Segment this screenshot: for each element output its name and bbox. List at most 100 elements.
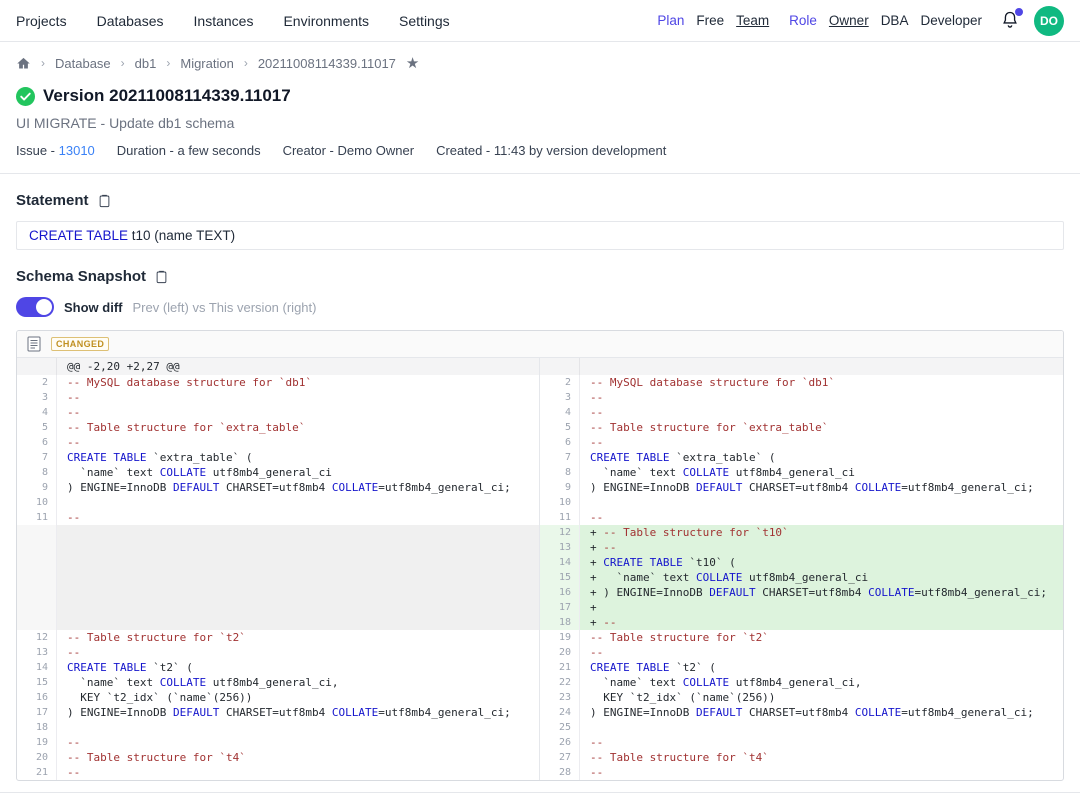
breadcrumb: › Database › db1 › Migration › 202110081…: [0, 42, 1080, 80]
line-content: -- MySQL database structure for `db1`: [57, 375, 539, 390]
line-number: [540, 358, 580, 375]
diff-pane-left[interactable]: @@ -2,20 +2,27 @@2-- MySQL database stru…: [17, 358, 540, 780]
diff-line: 9) ENGINE=InnoDB DEFAULT CHARSET=utf8mb4…: [17, 480, 539, 495]
diff-line: 7CREATE TABLE `extra_table` (: [17, 450, 539, 465]
copy-statement-icon[interactable]: [97, 193, 112, 209]
diff-line: 21CREATE TABLE `t2` (: [540, 660, 1063, 675]
diff-line: [17, 585, 539, 600]
role-developer[interactable]: Developer: [920, 13, 982, 28]
nav-item-databases[interactable]: Databases: [97, 13, 164, 29]
breadcrumb-migration[interactable]: Migration: [180, 56, 233, 71]
diff-line: 18: [17, 720, 539, 735]
diff-line: @@ -2,20 +2,27 @@: [17, 358, 539, 375]
diff-line: [17, 615, 539, 630]
diff-line: 25: [540, 720, 1063, 735]
diff-line: 17) ENGINE=InnoDB DEFAULT CHARSET=utf8mb…: [17, 705, 539, 720]
line-number: 25: [540, 720, 580, 735]
line-content: KEY `t2_idx` (`name`(256)): [57, 690, 539, 705]
line-number: 4: [17, 405, 57, 420]
line-number: 20: [17, 750, 57, 765]
breadcrumb-db1[interactable]: db1: [135, 56, 157, 71]
migration-subtitle: UI MIGRATE - Update db1 schema: [16, 115, 1064, 131]
line-number: 6: [540, 435, 580, 450]
changed-badge: CHANGED: [51, 337, 109, 351]
diff-line: 16 KEY `t2_idx` (`name`(256)): [17, 690, 539, 705]
line-content: [57, 555, 539, 570]
top-nav: Projects Databases Instances Environment…: [0, 0, 1080, 42]
line-number: 3: [17, 390, 57, 405]
line-number: 18: [17, 720, 57, 735]
diff-toggle-row: Show diff Prev (left) vs This version (r…: [16, 297, 1064, 317]
schema-snapshot-section: Schema Snapshot Show diff Prev (left) vs…: [0, 268, 1080, 317]
diff-pane-right[interactable]: 2-- MySQL database structure for `db1`3-…: [540, 358, 1063, 780]
issue-link[interactable]: 13010: [59, 143, 95, 158]
line-content: CREATE TABLE `t2` (: [57, 660, 539, 675]
page-title: Version 20211008114339.11017: [43, 86, 291, 106]
nav-links: Projects Databases Instances Environment…: [16, 13, 450, 29]
line-number: 15: [17, 675, 57, 690]
diff-line: 10: [17, 495, 539, 510]
show-diff-toggle[interactable]: [16, 297, 54, 317]
line-content: --: [580, 510, 1063, 525]
diff-line: 5-- Table structure for `extra_table`: [540, 420, 1063, 435]
diff-panes: @@ -2,20 +2,27 @@2-- MySQL database stru…: [17, 358, 1063, 780]
line-content: CREATE TABLE `t2` (: [580, 660, 1063, 675]
line-number: 14: [540, 555, 580, 570]
nav-item-instances[interactable]: Instances: [194, 13, 254, 29]
line-number: [17, 570, 57, 585]
line-content: KEY `t2_idx` (`name`(256)): [580, 690, 1063, 705]
line-number: 15: [540, 570, 580, 585]
nav-item-projects[interactable]: Projects: [16, 13, 67, 29]
line-content: --: [57, 645, 539, 660]
line-number: 8: [17, 465, 57, 480]
line-content: --: [57, 390, 539, 405]
copy-schema-icon[interactable]: [154, 269, 169, 285]
duration-meta: Duration - a few seconds: [117, 143, 261, 158]
line-number: 26: [540, 735, 580, 750]
diff-line: [17, 600, 539, 615]
breadcrumb-separator: ›: [121, 56, 125, 70]
diff-line: 28--: [540, 765, 1063, 780]
line-number: 13: [540, 540, 580, 555]
diff-line: 17+: [540, 600, 1063, 615]
line-content: -- Table structure for `t2`: [57, 630, 539, 645]
nav-item-settings[interactable]: Settings: [399, 13, 450, 29]
diff-line: 4--: [17, 405, 539, 420]
diff-line: 2-- MySQL database structure for `db1`: [17, 375, 539, 390]
diff-line: 15 `name` text COLLATE utf8mb4_general_c…: [17, 675, 539, 690]
role-owner-link[interactable]: Owner: [829, 13, 869, 28]
star-icon[interactable]: ★: [406, 54, 419, 72]
line-number: 2: [540, 375, 580, 390]
plan-team-link[interactable]: Team: [736, 13, 769, 28]
line-content: @@ -2,20 +2,27 @@: [57, 358, 539, 375]
sql-rest: t10 (name TEXT): [128, 228, 235, 243]
line-content: [57, 600, 539, 615]
line-number: 8: [540, 465, 580, 480]
home-icon[interactable]: [16, 56, 31, 71]
page-header: Version 20211008114339.11017 UI MIGRATE …: [0, 80, 1080, 158]
diff-line: 21--: [17, 765, 539, 780]
avatar[interactable]: DO: [1034, 6, 1064, 36]
breadcrumb-version[interactable]: 20211008114339.11017: [258, 56, 396, 71]
line-content: + --: [580, 540, 1063, 555]
notification-bell-icon[interactable]: [1000, 10, 1022, 32]
line-number: 28: [540, 765, 580, 780]
created-meta: Created - 11:43 by version development: [436, 143, 666, 158]
line-content: `name` text COLLATE utf8mb4_general_ci,: [580, 675, 1063, 690]
line-number: 19: [540, 630, 580, 645]
line-number: 3: [540, 390, 580, 405]
role-dba[interactable]: DBA: [881, 13, 909, 28]
line-number: 17: [17, 705, 57, 720]
nav-item-environments[interactable]: Environments: [283, 13, 369, 29]
diff-line: 22 `name` text COLLATE utf8mb4_general_c…: [540, 675, 1063, 690]
nav-right: Plan Free Team Role Owner DBA Developer …: [657, 6, 1064, 36]
line-number: 19: [17, 735, 57, 750]
diff-line: 20-- Table structure for `t4`: [17, 750, 539, 765]
diff-line: [17, 555, 539, 570]
diff-line: 27-- Table structure for `t4`: [540, 750, 1063, 765]
diff-line: 23 KEY `t2_idx` (`name`(256)): [540, 690, 1063, 705]
breadcrumb-database[interactable]: Database: [55, 56, 111, 71]
line-content: -- Table structure for `t2`: [580, 630, 1063, 645]
line-content: --: [580, 390, 1063, 405]
diff-line: 4--: [540, 405, 1063, 420]
